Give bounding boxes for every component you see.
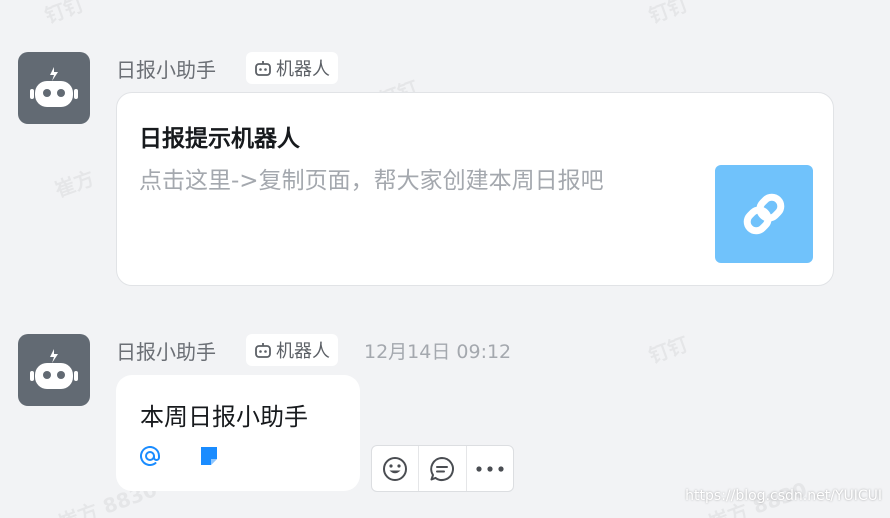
reply-button[interactable] bbox=[419, 446, 467, 491]
robot-tag-icon bbox=[255, 61, 271, 76]
bot-tag-label: 机器人 bbox=[276, 341, 330, 362]
message-timestamp: 12月14日 09:12 bbox=[364, 340, 512, 363]
robot-tag-icon bbox=[255, 343, 271, 358]
comment-icon bbox=[430, 456, 455, 481]
watermark: 钉钉 bbox=[41, 0, 88, 29]
watermark: 崔方 bbox=[51, 165, 98, 203]
bot-avatar[interactable] bbox=[18, 52, 90, 124]
sender-name[interactable]: 日报小助手 bbox=[116, 54, 216, 83]
bot-tag: 机器人 bbox=[246, 52, 338, 84]
more-options-button[interactable] bbox=[467, 446, 513, 491]
message-status-icons bbox=[140, 445, 220, 467]
watermark: 钉钉 bbox=[645, 331, 692, 369]
message-bubble[interactable]: 本周日报小助手 bbox=[116, 375, 360, 491]
sender-name[interactable]: 日报小助手 bbox=[116, 336, 216, 365]
link-card[interactable]: 日报提示机器人 点击这里->复制页面，帮大家创建本周日报吧 bbox=[116, 92, 834, 286]
watermark: 钉钉 bbox=[645, 0, 692, 29]
message-action-bar bbox=[371, 445, 514, 492]
card-title: 日报提示机器人 bbox=[139, 126, 300, 152]
bot-tag-label: 机器人 bbox=[276, 59, 330, 80]
card-thumbnail bbox=[715, 165, 813, 263]
source-credit: https://blog.csdn.net/YUICUI bbox=[685, 488, 882, 504]
at-mention-icon[interactable] bbox=[140, 446, 160, 466]
more-dots-icon bbox=[476, 465, 504, 472]
link-icon bbox=[743, 193, 785, 235]
message-header: 日报小助手 机器人 12月14日 09:12 bbox=[116, 334, 511, 366]
note-icon[interactable] bbox=[198, 445, 220, 467]
emoji-reaction-button[interactable] bbox=[372, 446, 420, 491]
bot-avatar[interactable] bbox=[18, 334, 90, 406]
smiley-icon bbox=[383, 456, 408, 481]
bot-tag: 机器人 bbox=[246, 334, 338, 366]
message-text: 本周日报小助手 bbox=[140, 403, 308, 431]
message-header: 日报小助手 机器人 bbox=[116, 52, 338, 84]
robot-icon bbox=[30, 67, 78, 107]
card-description: 点击这里->复制页面，帮大家创建本周日报吧 bbox=[139, 168, 604, 194]
robot-icon bbox=[30, 349, 78, 389]
